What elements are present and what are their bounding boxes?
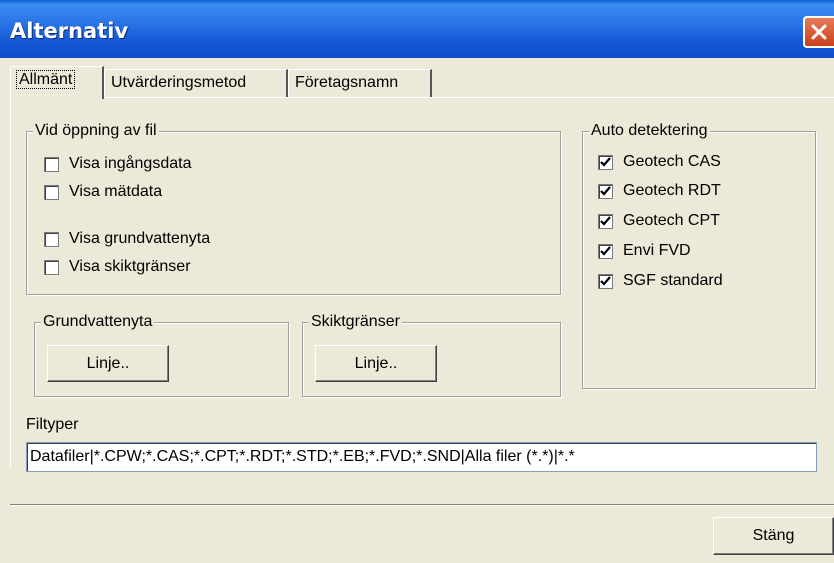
- checkbox-box[interactable]: [44, 231, 59, 247]
- checkbox-label: Visa skiktgränser: [69, 258, 191, 275]
- checkbox-label: Geotech RDT: [623, 182, 721, 199]
- geotech-cas-checkbox[interactable]: Geotech CAS: [598, 152, 721, 172]
- checkbox-box[interactable]: [44, 184, 59, 200]
- filetypes-label: Filtyper: [26, 416, 79, 433]
- show-groundwater-checkbox[interactable]: Visa grundvattenyta: [44, 229, 210, 249]
- checkbox-box[interactable]: [598, 154, 613, 170]
- show-measurement-data-checkbox[interactable]: Visa mätdata: [44, 182, 162, 202]
- geotech-cpt-checkbox[interactable]: Geotech CPT: [598, 211, 720, 231]
- checkbox-label: Geotech CAS: [623, 153, 721, 170]
- checkbox-label: SGF standard: [623, 272, 723, 289]
- checkbox-box[interactable]: [598, 273, 613, 289]
- checkbox-label: Envi FVD: [623, 242, 691, 259]
- layer-boundaries-group: Skiktgränser Linje..: [302, 313, 561, 397]
- window-title: Alternativ: [10, 19, 129, 43]
- group-legend: Auto detektering: [589, 122, 710, 140]
- sgf-standard-checkbox[interactable]: SGF standard: [598, 271, 723, 291]
- show-input-data-checkbox[interactable]: Visa ingångsdata: [44, 154, 191, 174]
- checkbox-box[interactable]: [598, 213, 613, 229]
- checkbox-box[interactable]: [44, 156, 59, 172]
- checkbox-box[interactable]: [44, 259, 59, 275]
- open-file-group: Vid öppning av fil Visa ingångsdata Visa…: [26, 122, 561, 295]
- tab-utvarderingsmetod[interactable]: Utvärderingsmetod: [104, 69, 288, 97]
- groundwater-line-button[interactable]: Linje..: [47, 345, 169, 382]
- tab-foretagsnamn[interactable]: Företagsnamn: [288, 69, 432, 97]
- tab-label: Utvärderingsmetod: [111, 74, 247, 91]
- checkbox-label: Visa mätdata: [69, 183, 163, 200]
- checkbox-label: Geotech CPT: [623, 212, 720, 229]
- options-dialog: Alternativ Allmänt Utvärderingsmetod För…: [0, 0, 834, 563]
- tab-label: Allmänt: [15, 70, 76, 89]
- auto-detect-group: Auto detektering Geotech CAS Geotech RDT…: [582, 122, 816, 389]
- title-bar[interactable]: Alternativ: [0, 0, 834, 58]
- group-legend: Grundvattenyta: [41, 313, 155, 331]
- close-button[interactable]: [803, 16, 834, 48]
- layer-line-button[interactable]: Linje..: [315, 345, 437, 382]
- group-legend: Vid öppning av fil: [33, 122, 159, 140]
- envi-fvd-checkbox[interactable]: Envi FVD: [598, 241, 691, 261]
- group-legend: Skiktgränser: [309, 313, 402, 331]
- checkbox-label: Visa grundvattenyta: [69, 230, 211, 247]
- tab-label: Företagsnamn: [295, 74, 399, 91]
- checkbox-box[interactable]: [598, 243, 613, 259]
- close-dialog-button[interactable]: Stäng: [713, 517, 834, 555]
- filetypes-input[interactable]: [26, 442, 817, 472]
- geotech-rdt-checkbox[interactable]: Geotech RDT: [598, 181, 721, 201]
- footer-separator: [10, 504, 834, 506]
- show-layer-boundaries-checkbox[interactable]: Visa skiktgränser: [44, 257, 191, 277]
- checkbox-label: Visa ingångsdata: [69, 155, 192, 172]
- checkbox-box[interactable]: [598, 183, 613, 199]
- tab-allmant[interactable]: Allmänt: [10, 66, 104, 99]
- groundwater-group: Grundvattenyta Linje..: [34, 313, 289, 397]
